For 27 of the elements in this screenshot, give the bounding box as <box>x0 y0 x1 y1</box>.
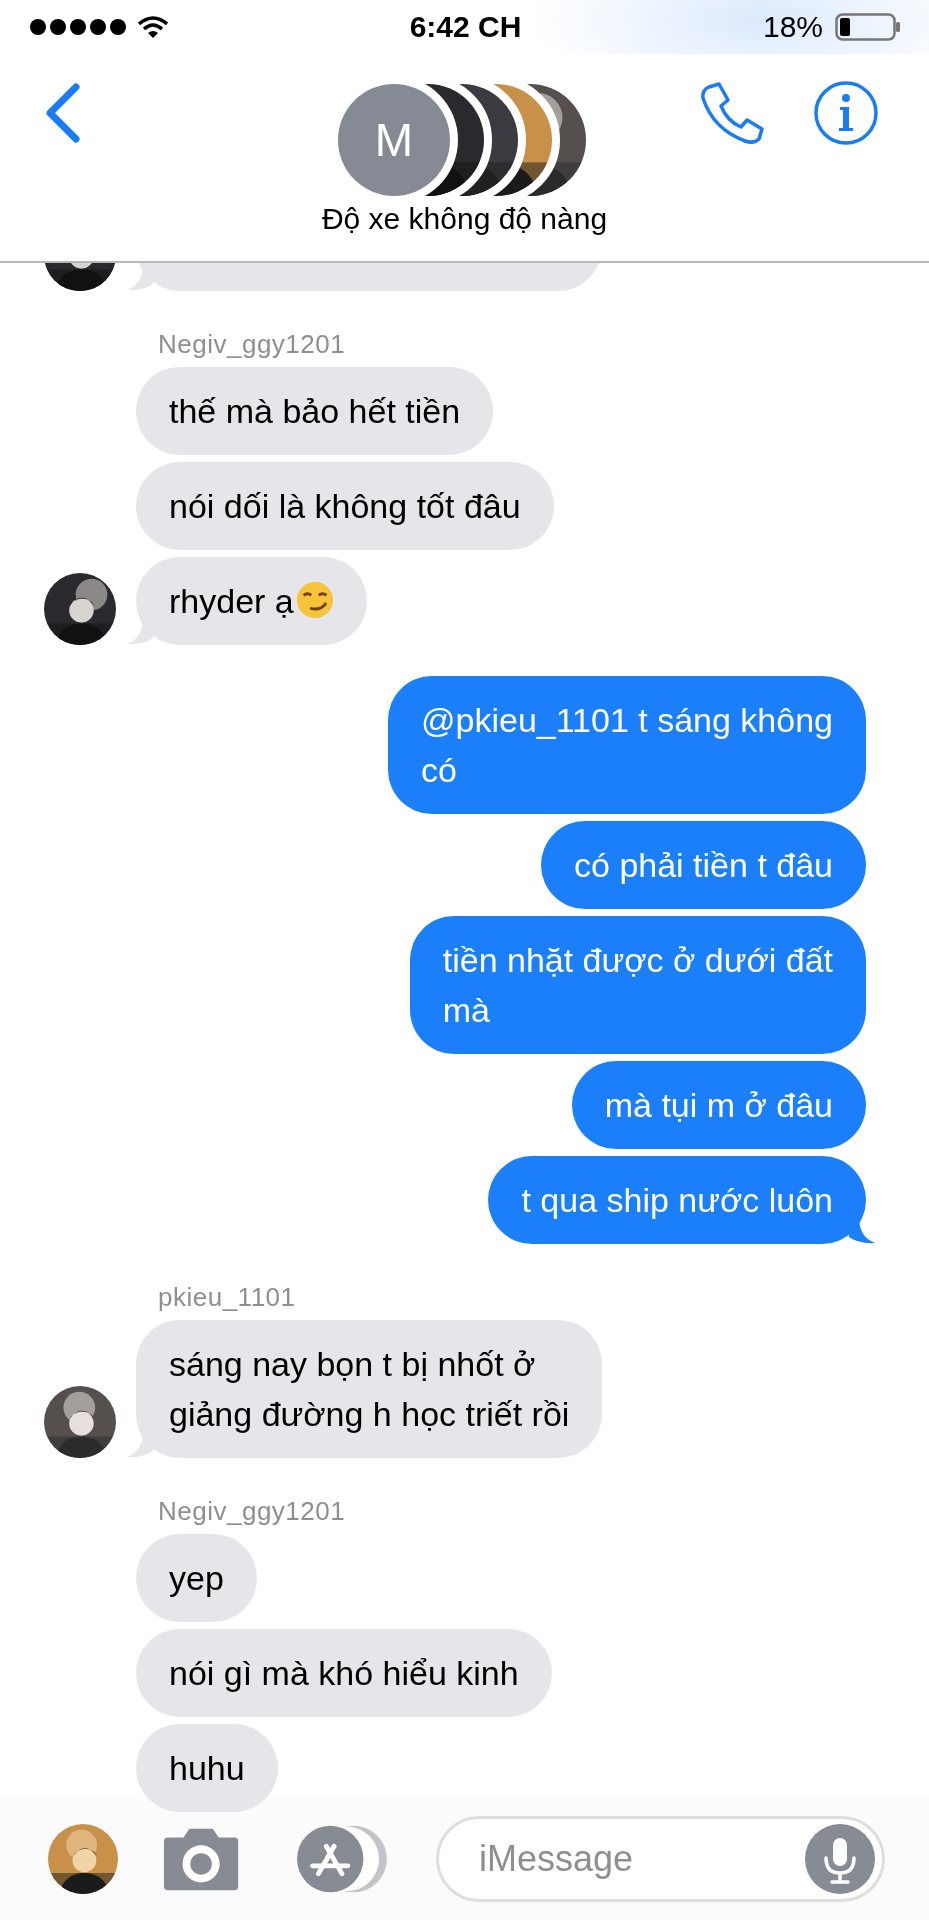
battery-percent: 18% <box>762 10 823 44</box>
signal-icon <box>30 19 126 35</box>
message-bubble: mà tụi m ở đâu <box>571 1061 866 1149</box>
battery-icon <box>835 13 901 41</box>
info-icon[interactable] <box>813 80 879 146</box>
message-bubble: rhyder ạ <box>136 557 367 645</box>
sender-name: pkieu_1101 <box>158 1282 296 1312</box>
clock-time: 6:42 CH <box>408 10 523 44</box>
phone-icon[interactable] <box>699 81 765 145</box>
sender-name: Negiv_ggy1201 <box>158 329 346 359</box>
wifi-icon <box>138 16 168 38</box>
message-bubble: huhu <box>136 1724 278 1812</box>
message-bubble: có phải tiền t đâu <box>541 821 866 909</box>
message-bubble: tiền nhặt được ở dưới đất mà <box>409 916 866 1054</box>
microphone-icon[interactable] <box>805 1824 875 1894</box>
message-bubble: yep <box>136 1534 257 1622</box>
conversation-title: Độ xe không độ nàng <box>321 202 608 236</box>
message-field[interactable]: iMessage <box>436 1816 885 1902</box>
message-bubble: thế mà bảo hết tiền <box>136 367 494 455</box>
message-bubble: @pkieu_1101 t sáng không có <box>388 676 866 814</box>
app-store-icon[interactable] <box>296 1824 388 1894</box>
back-icon[interactable] <box>44 83 82 143</box>
message-bubble: nói gì mà khó hiểu kinh <box>136 1629 552 1717</box>
message-bubble: t qua ship nước luôn <box>488 1156 866 1244</box>
sender-name: Negiv_ggy1201 <box>158 1496 346 1526</box>
message-bubble: nói dối là không tốt đâu <box>136 462 554 550</box>
message-bubble: sáng nay bọn t bị nhốt ở giảng đường h học triết rồi <box>136 1320 603 1458</box>
